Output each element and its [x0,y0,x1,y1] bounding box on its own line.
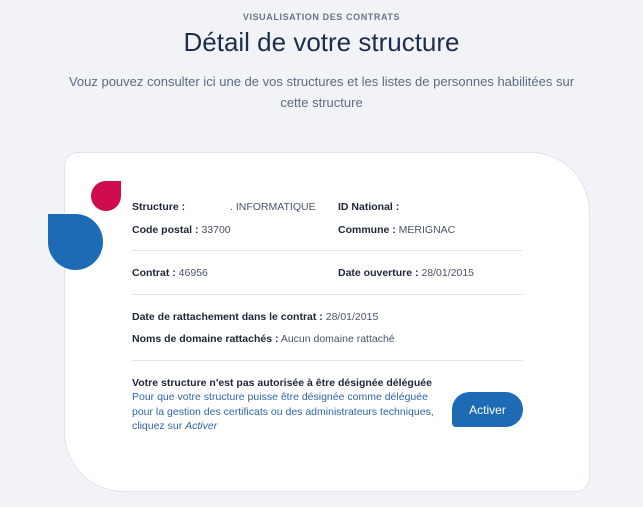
date-rattachement-label: Date de rattachement dans le contrat : [132,311,323,323]
date-ouverture-value: 28/01/2015 [421,267,475,279]
date-rattachement-field: Date de rattachement dans le contrat : 2… [132,311,378,323]
page-subtitle: Vouz pouvez consulter ici une de vos str… [68,74,575,110]
date-ouverture-field: Date ouverture : 28/01/2015 [338,267,474,279]
page-eyebrow: VISUALISATION DES CONTRATS [242,12,401,22]
brand-drop-blue-icon [48,214,103,270]
commune-label: Commune : [338,224,396,236]
code-postal-field: Code postal : 33700 [132,224,231,236]
domaines-label: Noms de domaine rattachés : [132,333,279,345]
structure-label: Structure : [132,201,186,213]
commune-field: Commune : MERIGNAC [338,224,455,236]
divider [132,250,523,251]
id-national-label: ID National : [338,201,400,213]
delegation-title: Votre structure n'est pas autorisée à êt… [132,377,432,389]
code-postal-label: Code postal : [132,224,199,236]
structure-value: . INFORMATIQUE [230,201,316,213]
date-rattachement-value: 28/01/2015 [325,311,379,323]
delegation-text-activer: Activer [185,420,218,432]
commune-value: MERIGNAC [398,224,456,236]
date-ouverture-label: Date ouverture : [338,267,419,279]
activate-button[interactable]: Activer [452,392,523,427]
page-title: Détail de votre structure [183,27,460,57]
id-national-field: ID National : [338,201,399,213]
delegation-text: Pour que votre structure puisse être dés… [132,390,444,434]
domaines-value: Aucun domaine rattaché [280,333,395,345]
structure-field: Structure : . INFORMATIQUE [132,201,316,213]
domaines-field: Noms de domaine rattachés : Aucun domain… [132,333,395,345]
contrat-value: 46956 [178,267,208,279]
contrat-label: Contrat : [132,267,176,279]
divider [132,360,523,361]
contrat-field: Contrat : 46956 [132,267,208,279]
brand-drop-red-icon [91,181,121,211]
delegation-text-body: Pour que votre structure puisse être dés… [132,391,434,432]
code-postal-value: 33700 [201,224,231,236]
divider [132,294,523,295]
